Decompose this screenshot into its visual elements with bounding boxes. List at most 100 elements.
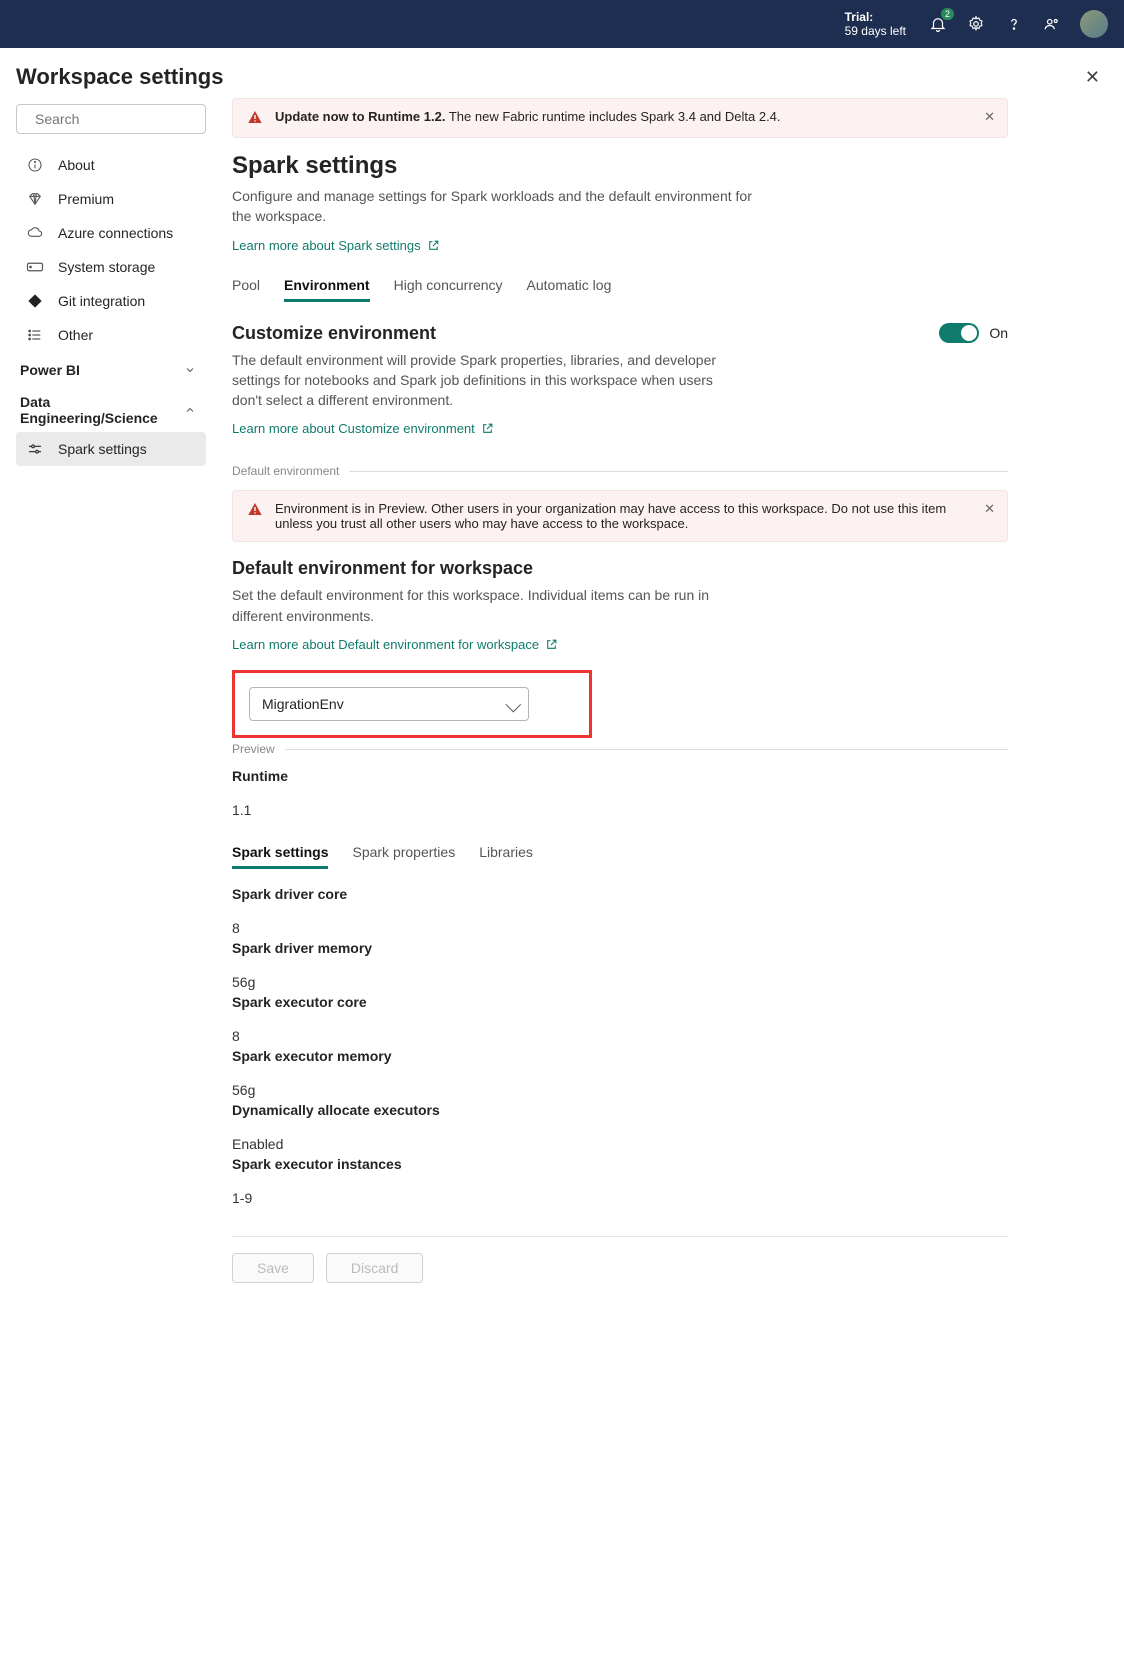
tab-spark-settings[interactable]: Spark settings bbox=[232, 838, 328, 869]
close-icon[interactable]: ✕ bbox=[1085, 67, 1100, 88]
sidebar-item-azure[interactable]: Azure connections bbox=[16, 216, 206, 250]
sidebar-group-data[interactable]: Data Engineering/Science bbox=[16, 384, 206, 432]
sidebar-item-spark-settings[interactable]: Spark settings bbox=[16, 432, 206, 466]
sidebar-item-label: System storage bbox=[58, 259, 155, 275]
tabs-preview: Spark settings Spark properties Librarie… bbox=[232, 838, 1008, 870]
storage-icon bbox=[26, 258, 44, 276]
settings-icon[interactable] bbox=[966, 14, 986, 34]
search-box[interactable] bbox=[16, 104, 206, 134]
tab-libraries[interactable]: Libraries bbox=[479, 838, 533, 869]
main-content: Update now to Runtime 1.2. The new Fabri… bbox=[224, 98, 1108, 1283]
tab-spark-properties[interactable]: Spark properties bbox=[352, 838, 455, 869]
sidebar-item-about[interactable]: About bbox=[16, 148, 206, 182]
external-link-icon bbox=[545, 638, 558, 651]
dyn-value: Enabled bbox=[232, 1136, 1108, 1152]
external-link-icon bbox=[427, 239, 440, 252]
info-icon bbox=[26, 156, 44, 174]
environment-dropdown-highlight: MigrationEnv bbox=[232, 670, 592, 738]
footer-actions: Save Discard bbox=[232, 1236, 1008, 1283]
search-input[interactable] bbox=[35, 111, 216, 127]
sidebar-item-premium[interactable]: Premium bbox=[16, 182, 206, 216]
warning-icon bbox=[247, 109, 263, 125]
environment-dropdown[interactable]: MigrationEnv bbox=[249, 687, 529, 721]
learn-label: Learn more about Spark settings bbox=[232, 238, 421, 253]
tabs-main: Pool Environment High concurrency Automa… bbox=[232, 271, 1008, 303]
inst-value: 1-9 bbox=[232, 1190, 1108, 1206]
cloud-icon bbox=[26, 224, 44, 242]
close-icon[interactable]: ✕ bbox=[984, 109, 995, 125]
sliders-icon bbox=[26, 440, 44, 458]
trial-info: Trial: 59 days left bbox=[845, 10, 906, 39]
inst-label: Spark executor instances bbox=[232, 1156, 1108, 1172]
people-icon[interactable] bbox=[1042, 14, 1062, 34]
update-banner: Update now to Runtime 1.2. The new Fabri… bbox=[232, 98, 1008, 138]
group-label: Data Engineering/Science bbox=[20, 394, 160, 426]
tab-environment[interactable]: Environment bbox=[284, 271, 370, 302]
sidebar-item-storage[interactable]: System storage bbox=[16, 250, 206, 284]
tab-pool[interactable]: Pool bbox=[232, 271, 260, 302]
warning-icon bbox=[247, 501, 263, 517]
learn-spark-link[interactable]: Learn more about Spark settings bbox=[232, 238, 440, 253]
list-icon bbox=[26, 326, 44, 344]
customize-heading: Customize environment bbox=[232, 323, 939, 344]
chevron-down-icon bbox=[184, 364, 196, 376]
preview-banner: Environment is in Preview. Other users i… bbox=[232, 490, 1008, 542]
toggle-label: On bbox=[989, 325, 1008, 341]
exec-mem-value: 56g bbox=[232, 1082, 1108, 1098]
sidebar-item-label: Azure connections bbox=[58, 225, 173, 241]
default-env-legend: Default environment bbox=[232, 464, 1008, 478]
avatar[interactable] bbox=[1080, 10, 1108, 38]
dyn-label: Dynamically allocate executors bbox=[232, 1102, 1108, 1118]
exec-core-value: 8 bbox=[232, 1028, 1108, 1044]
banner-text: Environment is in Preview. Other users i… bbox=[275, 501, 946, 531]
chevron-up-icon bbox=[184, 404, 196, 416]
customize-section: Customize environment The default enviro… bbox=[232, 323, 1008, 455]
notifications-badge: 2 bbox=[941, 8, 954, 20]
driver-mem-value: 56g bbox=[232, 974, 1108, 990]
save-button[interactable]: Save bbox=[232, 1253, 314, 1283]
driver-mem-label: Spark driver memory bbox=[232, 940, 1108, 956]
default-env-heading: Default environment for workspace bbox=[232, 558, 1108, 579]
banner-text: The new Fabric runtime includes Spark 3.… bbox=[445, 109, 780, 124]
trial-label: Trial: bbox=[845, 10, 906, 24]
sidebar-item-other[interactable]: Other bbox=[16, 318, 206, 352]
banner-bold: Update now to Runtime 1.2. bbox=[275, 109, 445, 124]
page-header: Workspace settings ✕ bbox=[0, 48, 1124, 98]
learn-label: Learn more about Customize environment bbox=[232, 421, 475, 436]
driver-core-value: 8 bbox=[232, 920, 1108, 936]
tab-automatic-log[interactable]: Automatic log bbox=[527, 271, 612, 302]
group-label: Power BI bbox=[20, 362, 80, 378]
runtime-value: 1.1 bbox=[232, 802, 1108, 818]
sidebar-item-label: Spark settings bbox=[58, 441, 147, 457]
git-icon bbox=[26, 292, 44, 310]
diamond-icon bbox=[26, 190, 44, 208]
legend-label: Default environment bbox=[232, 464, 339, 478]
sidebar-item-label: Other bbox=[58, 327, 93, 343]
driver-core-label: Spark driver core bbox=[232, 886, 1108, 902]
trial-days: 59 days left bbox=[845, 24, 906, 38]
sidebar-group-powerbi[interactable]: Power BI bbox=[16, 352, 206, 384]
topbar: Trial: 59 days left 2 bbox=[0, 0, 1124, 48]
sidebar-item-label: About bbox=[58, 157, 95, 173]
sidebar-item-label: Premium bbox=[58, 191, 114, 207]
sidebar-item-git[interactable]: Git integration bbox=[16, 284, 206, 318]
default-env-desc: Set the default environment for this wor… bbox=[232, 585, 752, 626]
spark-settings-desc: Configure and manage settings for Spark … bbox=[232, 186, 752, 227]
notifications-icon[interactable]: 2 bbox=[928, 14, 948, 34]
learn-default-env-link[interactable]: Learn more about Default environment for… bbox=[232, 637, 558, 652]
tab-high-concurrency[interactable]: High concurrency bbox=[394, 271, 503, 302]
sidebar-item-label: Git integration bbox=[58, 293, 145, 309]
help-icon[interactable] bbox=[1004, 14, 1024, 34]
spark-settings-heading: Spark settings bbox=[232, 152, 1108, 180]
customize-desc: The default environment will provide Spa… bbox=[232, 350, 722, 411]
runtime-label: Runtime bbox=[232, 768, 1108, 784]
customize-toggle[interactable] bbox=[939, 323, 979, 343]
exec-mem-label: Spark executor memory bbox=[232, 1048, 1108, 1064]
close-icon[interactable]: ✕ bbox=[984, 501, 995, 517]
legend-label: Preview bbox=[232, 742, 275, 756]
external-link-icon bbox=[481, 422, 494, 435]
learn-customize-link[interactable]: Learn more about Customize environment bbox=[232, 421, 494, 436]
learn-label: Learn more about Default environment for… bbox=[232, 637, 539, 652]
discard-button[interactable]: Discard bbox=[326, 1253, 423, 1283]
preview-legend: Preview bbox=[232, 742, 1008, 756]
